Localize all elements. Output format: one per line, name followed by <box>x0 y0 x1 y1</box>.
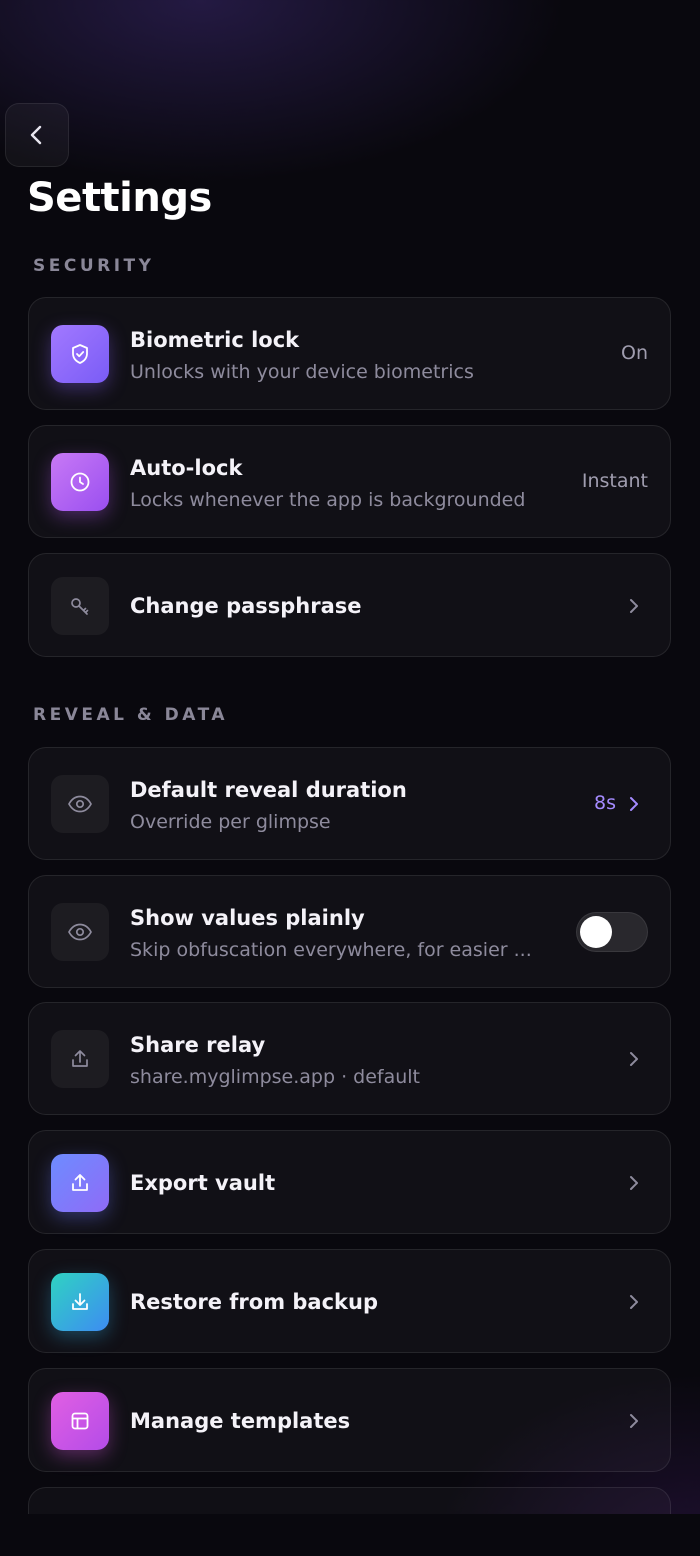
auto-lock-row[interactable]: Auto-lock Locks whenever the app is back… <box>28 425 671 538</box>
manage-templates-row[interactable]: Manage templates <box>28 1368 671 1472</box>
manage-templates-title: Manage templates <box>130 1409 351 1433</box>
chevron-right-icon <box>630 599 638 613</box>
share-relay-title: Share relay <box>130 1033 266 1057</box>
biometric-lock-value: On <box>621 342 648 364</box>
template-icon <box>51 1392 109 1450</box>
share-relay-row[interactable]: Share relay share.myglimpse.app · defaul… <box>28 1002 671 1115</box>
show-values-plainly-toggle[interactable] <box>576 912 648 952</box>
shield-icon <box>51 325 109 383</box>
share-relay-subtitle: share.myglimpse.app · default <box>130 1066 421 1088</box>
chevron-right-icon <box>630 1414 638 1428</box>
chevron-right-icon <box>630 1052 638 1066</box>
show-values-plainly-row: Show values plainly Skip obfuscation eve… <box>28 875 671 988</box>
change-passphrase-row[interactable]: Change passphrase <box>28 553 671 657</box>
section-label-reveal-data: REVEAL & DATA <box>33 705 229 725</box>
auto-lock-subtitle: Locks whenever the app is backgrounded <box>130 489 526 511</box>
eye-icon <box>51 903 109 961</box>
upload-icon <box>51 1154 109 1212</box>
key-icon <box>51 577 109 635</box>
biometric-lock-row[interactable]: Biometric lock Unlocks with your device … <box>28 297 671 410</box>
clock-icon <box>51 453 109 511</box>
restore-backup-row[interactable]: Restore from backup <box>28 1249 671 1353</box>
reveal-duration-title: Default reveal duration <box>130 778 407 802</box>
chevron-left-icon <box>30 125 42 145</box>
export-vault-row[interactable]: Export vault <box>28 1130 671 1234</box>
auto-lock-value: Instant <box>581 470 648 492</box>
page-title: Settings <box>27 175 212 221</box>
show-values-plainly-subtitle: Skip obfuscation everywhere, for easier … <box>130 939 532 961</box>
reveal-duration-subtitle: Override per glimpse <box>130 811 331 833</box>
back-button[interactable] <box>5 103 69 167</box>
biometric-lock-subtitle: Unlocks with your device biometrics <box>130 361 474 383</box>
reveal-duration-row[interactable]: Default reveal duration Override per gli… <box>28 747 671 860</box>
export-vault-title: Export vault <box>130 1171 276 1195</box>
download-icon <box>51 1273 109 1331</box>
eye-icon <box>51 775 109 833</box>
chevron-right-icon <box>630 1176 638 1190</box>
auto-lock-title: Auto-lock <box>130 456 243 480</box>
restore-backup-title: Restore from backup <box>130 1290 379 1314</box>
bottom-fade <box>0 1514 700 1556</box>
show-values-plainly-title: Show values plainly <box>130 906 365 930</box>
biometric-lock-title: Biometric lock <box>130 328 300 352</box>
reveal-duration-value: 8s <box>594 792 616 814</box>
toggle-knob <box>580 916 612 948</box>
change-passphrase-title: Change passphrase <box>130 594 362 618</box>
chevron-right-icon <box>630 797 638 811</box>
chevron-right-icon <box>630 1295 638 1309</box>
section-label-security: SECURITY <box>33 256 155 276</box>
upload-icon <box>51 1030 109 1088</box>
